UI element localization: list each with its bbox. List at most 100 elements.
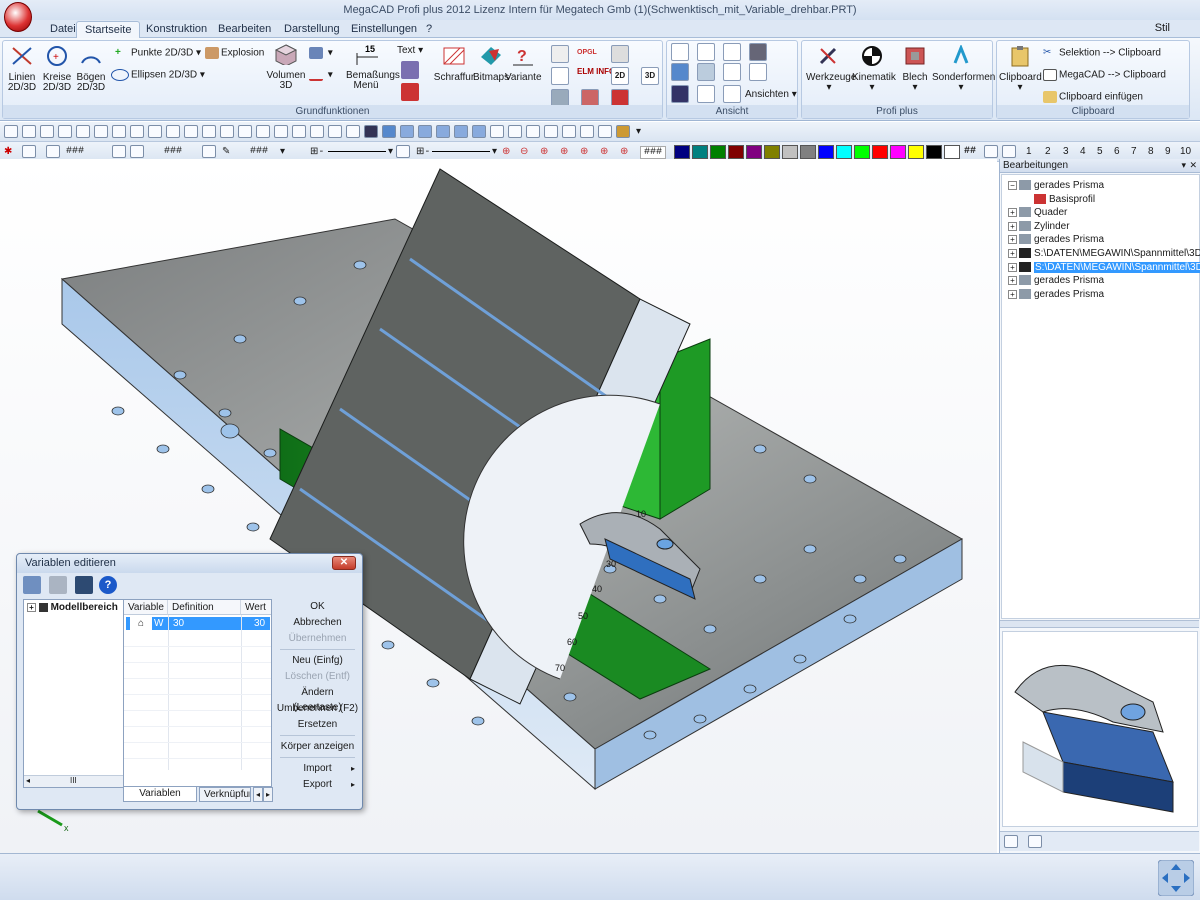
- text-marker-icon[interactable]: [401, 83, 419, 101]
- tree-hscrollbar[interactable]: ◂ III ▸: [24, 775, 135, 787]
- pen-icon[interactable]: ✎: [222, 146, 230, 158]
- tab-scroll-right[interactable]: ▸: [263, 787, 273, 802]
- variable-row[interactable]: ⌂ W 30 30: [126, 617, 270, 630]
- explosion-button[interactable]: Explosion: [205, 47, 264, 60]
- color-field[interactable]: ###: [640, 146, 667, 159]
- filter-icon[interactable]: [1004, 835, 1018, 848]
- color-swatch-3[interactable]: [728, 145, 744, 159]
- lock4-icon[interactable]: [396, 145, 410, 158]
- pen-number-3[interactable]: 3: [1063, 146, 1069, 157]
- tree-node[interactable]: + gerades Prisma: [1008, 288, 1104, 301]
- umbenennen-button[interactable]: Umbenennen (F2): [276, 701, 359, 716]
- view-front-icon[interactable]: [400, 125, 414, 138]
- save-icon[interactable]: [58, 125, 72, 138]
- column-wert[interactable]: Wert: [241, 600, 271, 615]
- sonderformen-button[interactable]: Sonderformen ▾: [932, 43, 995, 93]
- monitor-icon[interactable]: [671, 43, 689, 61]
- megacad-clipboard-button[interactable]: MegaCAD --> Clipboard: [1043, 69, 1166, 82]
- lock-icon[interactable]: [22, 145, 36, 158]
- color-swatch-5[interactable]: [764, 145, 780, 159]
- tree-node[interactable]: + gerades Prisma: [1008, 233, 1104, 246]
- dialog-close-button[interactable]: ✕: [332, 556, 356, 570]
- clipboard-einfuegen-button[interactable]: Clipboard einfügen: [1043, 91, 1143, 104]
- kinematik-button[interactable]: Kinematik ▾: [852, 45, 896, 93]
- grid-field[interactable]: ##: [964, 146, 976, 157]
- zoom-view-icon[interactable]: [723, 63, 741, 81]
- color-swatch-0[interactable]: [674, 145, 690, 159]
- linewidth-dropdown-arrow[interactable]: ▾: [492, 146, 497, 158]
- tree-node[interactable]: + S:\DATEN\MEGAWIN\Spannmittel\3D\Le: [1008, 247, 1200, 260]
- boegen-button[interactable]: Bögen 2D/3D: [75, 45, 107, 93]
- megacad-logo-icon[interactable]: [4, 2, 32, 32]
- linetype-icon[interactable]: ⊞-: [310, 146, 324, 158]
- move-icon[interactable]: [238, 125, 252, 138]
- new-icon[interactable]: [4, 125, 18, 138]
- group-box-icon[interactable]: [130, 145, 144, 158]
- cylinder-view4-icon[interactable]: [544, 125, 558, 138]
- cylinder-view2-icon[interactable]: [508, 125, 522, 138]
- view-2d-icon[interactable]: 2D: [611, 67, 629, 85]
- column-variable[interactable]: Variable: [124, 600, 168, 615]
- schraffur-button[interactable]: Schraffur: [433, 45, 475, 83]
- zoom-fit-icon[interactable]: ⊕: [600, 146, 608, 158]
- color-swatch-1[interactable]: [692, 145, 708, 159]
- section-icon[interactable]: [723, 85, 741, 103]
- color-swatch-10[interactable]: [854, 145, 870, 159]
- group-field[interactable]: ###: [164, 146, 182, 157]
- view-3d-icon[interactable]: 3D: [641, 67, 659, 85]
- lock5-icon[interactable]: [984, 145, 998, 158]
- pen-field[interactable]: ###: [250, 146, 268, 157]
- linetype-preview[interactable]: [328, 151, 386, 152]
- lightning-icon[interactable]: [598, 125, 612, 138]
- camera-icon[interactable]: [749, 43, 767, 61]
- navigation-icon[interactable]: [1158, 860, 1194, 896]
- color-swatch-11[interactable]: [872, 145, 888, 159]
- curve-dropdown[interactable]: ▾: [309, 69, 333, 82]
- redo-icon[interactable]: [220, 125, 234, 138]
- copy-icon[interactable]: [23, 576, 41, 594]
- open-icon[interactable]: [40, 125, 54, 138]
- scale-icon[interactable]: [292, 125, 306, 138]
- cylinder-view3-icon[interactable]: [526, 125, 540, 138]
- tab-darstellung[interactable]: Darstellung: [276, 21, 348, 38]
- tab-help[interactable]: ?: [418, 21, 440, 38]
- new-file-icon[interactable]: [22, 125, 36, 138]
- calculator-icon[interactable]: [75, 576, 93, 594]
- color-swatch-2[interactable]: [710, 145, 726, 159]
- color-swatch-9[interactable]: [836, 145, 852, 159]
- trim-icon[interactable]: [310, 125, 324, 138]
- text-button[interactable]: Text ▾: [397, 45, 423, 57]
- variante-button[interactable]: ? Variante: [505, 45, 542, 83]
- tab-startseite[interactable]: Startseite: [76, 21, 141, 38]
- loeschen-button[interactable]: Löschen (Entf): [276, 669, 359, 684]
- delete-window-icon[interactable]: [148, 125, 162, 138]
- zoom-window-icon[interactable]: ⊕: [540, 146, 548, 158]
- tab-scroll-left[interactable]: ◂: [253, 787, 263, 802]
- tree-node[interactable]: + gerades Prisma: [1008, 274, 1104, 287]
- tab-einstellungen[interactable]: Einstellungen: [343, 21, 425, 38]
- pen-number-7[interactable]: 7: [1131, 146, 1137, 157]
- pen-dropdown-arrow[interactable]: ▾: [280, 146, 285, 158]
- volumen-button[interactable]: Volumen 3D: [265, 43, 307, 91]
- text-style-icon[interactable]: [401, 61, 419, 79]
- linien-button[interactable]: Linien 2D/3D: [7, 45, 37, 93]
- dialog-icon[interactable]: [551, 67, 569, 85]
- view-iso2-icon[interactable]: [472, 125, 486, 138]
- color-swatch-4[interactable]: [746, 145, 762, 159]
- extend-icon[interactable]: [328, 125, 342, 138]
- linewidth-icon[interactable]: ⊞-: [416, 146, 430, 158]
- render-mode-icon[interactable]: [364, 125, 378, 138]
- mirror-icon[interactable]: [274, 125, 288, 138]
- pen-number-8[interactable]: 8: [1148, 146, 1154, 157]
- aendern-button[interactable]: Ändern (Leertaste): [276, 685, 359, 713]
- render-icon[interactable]: [671, 85, 689, 103]
- werkzeuge-button[interactable]: Werkzeuge ▾: [806, 45, 856, 93]
- fillet-icon[interactable]: [346, 125, 360, 138]
- abbrechen-button[interactable]: Abbrechen: [276, 615, 359, 630]
- pen-number-10[interactable]: 10: [1180, 146, 1191, 157]
- pen-number-1[interactable]: 1: [1026, 146, 1032, 157]
- tree-node[interactable]: + Zylinder: [1008, 220, 1070, 233]
- cylinder-view5-icon[interactable]: [562, 125, 576, 138]
- color-swatch-15[interactable]: [944, 145, 960, 159]
- toolbar-dropdown-arrow[interactable]: ▾: [636, 126, 641, 138]
